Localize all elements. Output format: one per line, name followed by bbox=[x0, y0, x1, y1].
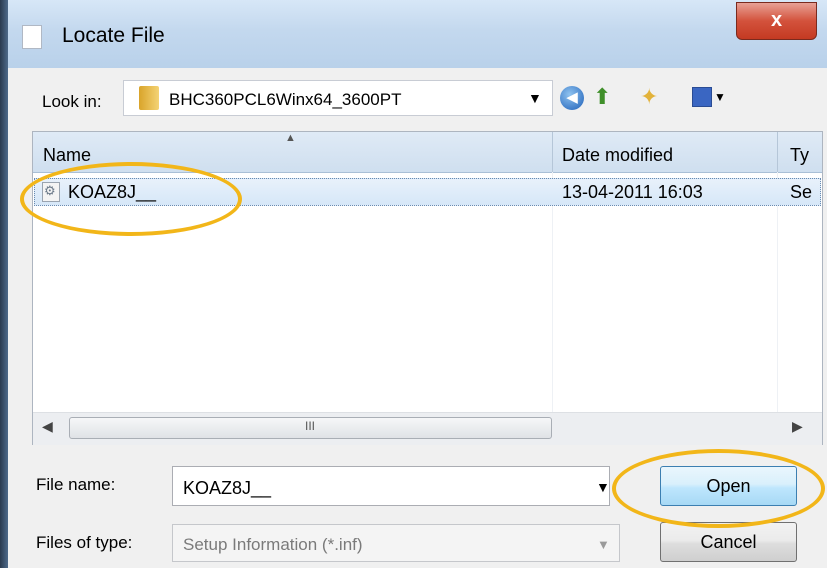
cancel-button[interactable]: Cancel bbox=[660, 522, 797, 562]
window-edge bbox=[0, 0, 8, 568]
column-header-type[interactable]: Ty bbox=[790, 145, 809, 166]
gear-icon: ⚙ bbox=[44, 183, 56, 198]
open-button[interactable]: Open bbox=[660, 466, 797, 506]
new-folder-icon[interactable]: ✦ bbox=[640, 84, 658, 110]
file-date-cell: 13-04-2011 16:03 bbox=[562, 182, 703, 202]
column-divider[interactable] bbox=[777, 132, 778, 172]
folder-icon bbox=[139, 86, 159, 110]
look-in-value: BHC360PCL6Winx64_3600PT bbox=[169, 90, 402, 109]
file-type-dropdown-icon: ▼ bbox=[597, 537, 610, 552]
back-icon[interactable]: ◀ bbox=[560, 86, 584, 110]
close-button[interactable]: x bbox=[736, 2, 817, 40]
column-guide bbox=[777, 172, 778, 412]
view-menu-icon[interactable] bbox=[692, 87, 712, 107]
column-divider[interactable] bbox=[552, 132, 553, 172]
sort-ascending-icon: ▲ bbox=[285, 132, 296, 144]
file-name-label: File name: bbox=[36, 475, 116, 494]
scrollbar-grip: III bbox=[305, 419, 316, 433]
scroll-left-icon[interactable]: ◀ bbox=[42, 418, 53, 435]
scroll-right-icon[interactable]: ▶ bbox=[792, 418, 803, 435]
column-header-date-modified[interactable]: Date modified bbox=[562, 145, 673, 166]
file-type-value: Setup Information (*.inf) bbox=[183, 535, 363, 554]
look-in-dropdown-icon[interactable]: ▼ bbox=[528, 90, 542, 106]
up-folder-icon[interactable]: ⬆ bbox=[593, 84, 611, 110]
file-type-cell: Se bbox=[790, 182, 813, 202]
column-header-bar bbox=[33, 132, 822, 173]
look-in-label: Look in: bbox=[42, 92, 102, 111]
column-header-name[interactable]: Name bbox=[43, 145, 91, 166]
document-icon bbox=[22, 25, 42, 49]
file-type-label: Files of type: bbox=[36, 533, 133, 552]
view-menu-dropdown-icon[interactable]: ▼ bbox=[714, 90, 726, 104]
file-name-value[interactable]: KOAZ8J__ bbox=[183, 478, 271, 499]
window-title: Locate File bbox=[62, 24, 165, 47]
file-name-dropdown-icon[interactable]: ▼ bbox=[596, 479, 610, 495]
column-guide bbox=[552, 172, 553, 412]
file-name-cell[interactable]: KOAZ8J__ bbox=[68, 182, 156, 203]
locate-file-dialog: Locate File x Look in: BHC360PCL6Winx64_… bbox=[0, 0, 827, 568]
